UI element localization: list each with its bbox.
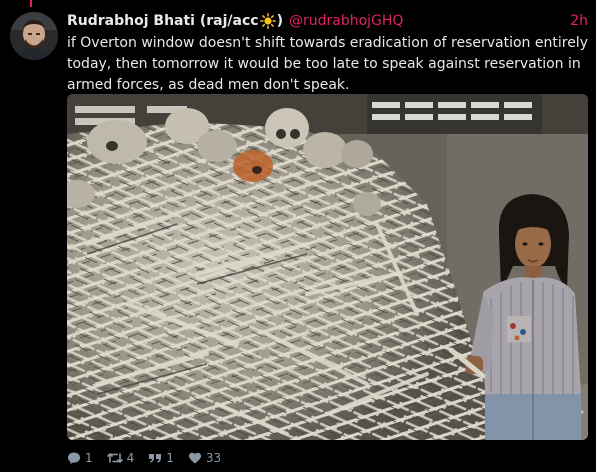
retweet-button[interactable]: 4 <box>106 451 135 465</box>
quote-icon <box>149 454 162 463</box>
tweet-media-photo[interactable] <box>67 94 588 440</box>
sun-emoji-icon <box>259 13 276 29</box>
photo-image <box>67 94 588 440</box>
avatar-image <box>10 12 58 60</box>
reply-button[interactable]: 1 <box>67 451 93 465</box>
user-handle[interactable]: @rudrabhojGHQ <box>289 13 403 29</box>
retweet-icon <box>106 453 123 463</box>
display-name-close: ) <box>276 13 283 29</box>
quote-button[interactable]: 1 <box>148 451 174 465</box>
timestamp[interactable]: 2h <box>570 10 588 32</box>
retweet-count: 4 <box>126 451 135 465</box>
display-name[interactable]: Rudrabhoj Bhati (raj/acc <box>67 13 259 29</box>
quote-count: 1 <box>166 451 174 465</box>
reply-count: 1 <box>85 451 93 465</box>
tweet-text: if Overton window doesn't shift towards … <box>67 35 588 93</box>
like-button[interactable]: 33 <box>188 451 221 465</box>
like-count: 33 <box>205 451 222 465</box>
heart-icon <box>188 452 201 464</box>
thread-connector-line <box>30 0 32 7</box>
reply-icon <box>68 452 80 464</box>
tweet-header: Rudrabhoj Bhati (raj/acc ) @rudrabhojGHQ… <box>67 10 588 32</box>
tweet-actions: 1 4 1 33 <box>67 448 235 468</box>
avatar[interactable] <box>10 12 58 60</box>
